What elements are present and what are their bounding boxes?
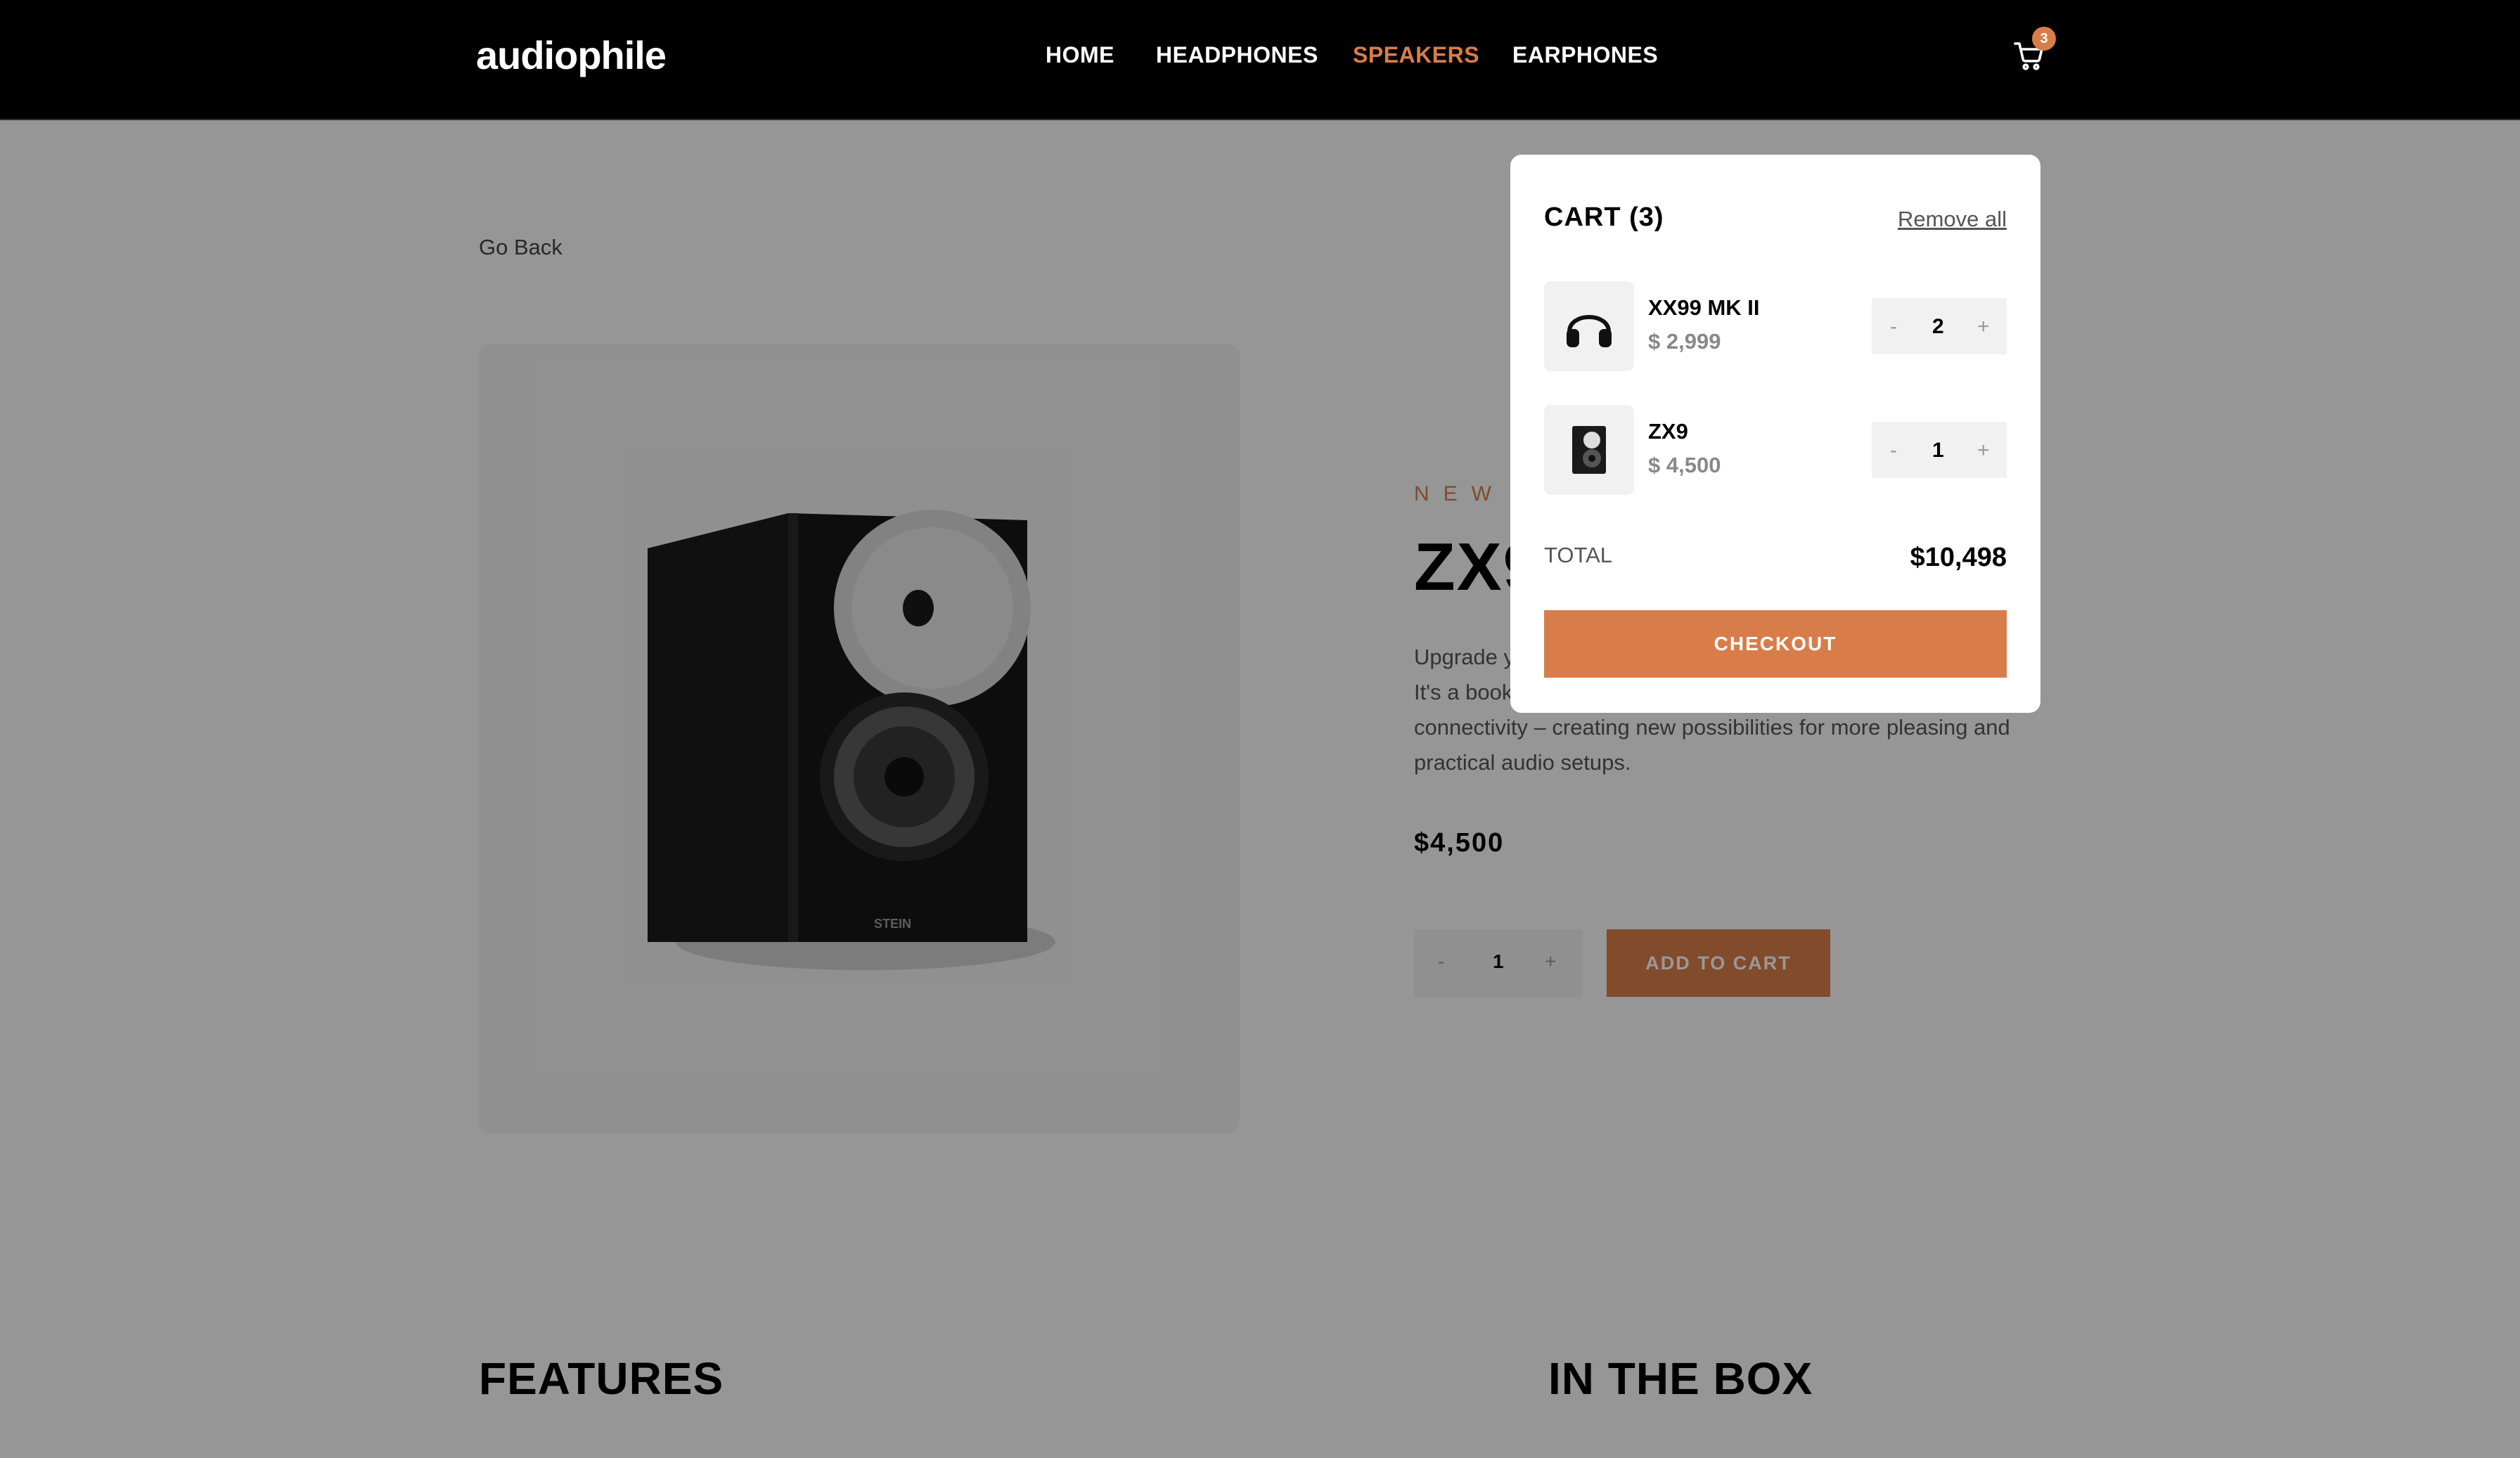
cart-item-thumbnail — [1544, 405, 1634, 495]
cart-title: CART (3) — [1544, 202, 1664, 232]
cart-item-price: $ 4,500 — [1648, 453, 1721, 477]
cart-item-price: $ 2,999 — [1648, 329, 1721, 354]
main-nav: HOME HEADPHONES SPEAKERS EARPHONES — [0, 42, 2520, 73]
total-value: $10,498 — [1910, 543, 2007, 572]
cart-item-name: ZX9 — [1648, 419, 1688, 444]
speaker-icon — [1572, 426, 1606, 474]
remove-all-button[interactable]: Remove all — [1898, 207, 2007, 232]
cart-item-thumbnail — [1544, 281, 1634, 371]
headphones-icon — [1567, 315, 1612, 347]
cart-item-quantity-stepper: - 2 + — [1872, 298, 2007, 354]
nav-home[interactable]: HOME — [1046, 42, 1114, 68]
site-header: audiophile HOME HEADPHONES SPEAKERS EARP… — [0, 0, 2520, 120]
cart-count-badge: 3 — [2032, 27, 2056, 51]
increment-button[interactable]: + — [1977, 439, 1990, 463]
cart-item: XX99 MK II $ 2,999 - 2 + — [1544, 281, 2007, 371]
nav-speakers[interactable]: SPEAKERS — [1353, 42, 1479, 68]
checkout-button[interactable]: CHECKOUT — [1544, 610, 2007, 678]
increment-button[interactable]: + — [1977, 315, 1990, 339]
cart-item-name: XX99 MK II — [1648, 295, 1760, 320]
decrement-button[interactable]: - — [1890, 439, 1897, 463]
cart-modal: CART (3) Remove all XX99 MK II $ 2,999 -… — [1510, 155, 2040, 713]
decrement-button[interactable]: - — [1890, 315, 1897, 339]
nav-earphones[interactable]: EARPHONES — [1512, 42, 1658, 68]
nav-headphones[interactable]: HEADPHONES — [1156, 42, 1318, 68]
quantity-value: 2 — [1932, 315, 1944, 338]
cart-item: ZX9 $ 4,500 - 1 + — [1544, 405, 2007, 495]
quantity-value: 1 — [1932, 439, 1944, 462]
cart-item-quantity-stepper: - 1 + — [1872, 422, 2007, 478]
total-label: TOTAL — [1544, 543, 1613, 567]
modal-backdrop[interactable] — [0, 120, 2520, 1458]
